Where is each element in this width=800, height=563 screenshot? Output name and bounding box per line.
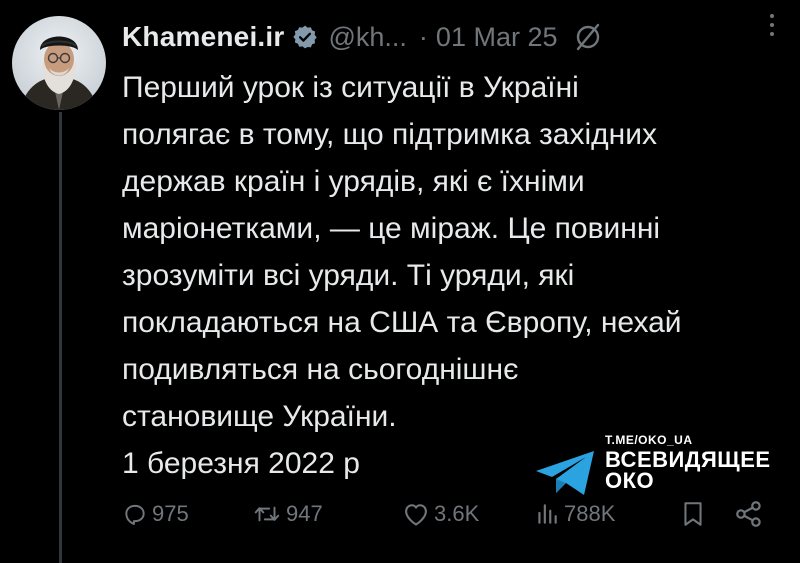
repost-count: 947 xyxy=(286,501,323,526)
separator-dot: · xyxy=(418,21,428,52)
repost-icon xyxy=(254,506,280,522)
post-header: Khamenei.ir @kh... · 01 Mar 25 xyxy=(122,14,788,60)
reply-icon xyxy=(125,504,145,525)
like-button[interactable]: 3.6K xyxy=(402,494,479,534)
views-icon xyxy=(538,504,557,524)
author-handle[interactable]: @kh... xyxy=(328,22,406,53)
tweet-text: Перший урок із ситуації в Україні поляга… xyxy=(122,64,792,487)
reply-count: 975 xyxy=(152,501,189,526)
more-options-icon[interactable] xyxy=(762,10,782,40)
watermark-title-line: ОКО xyxy=(605,468,655,493)
watermark-title-line: ВСЕВИДЯЩЕЕ xyxy=(605,447,771,472)
tweet-text-line: маріонетками, — це міраж. Це повинні xyxy=(122,212,661,245)
action-bar: 975 947 3.6K 788K xyxy=(122,494,782,534)
like-icon xyxy=(405,504,427,526)
reply-button[interactable]: 975 xyxy=(122,494,189,534)
tweet-text-line: зрозуміти всі уряди. Ті уряди, які xyxy=(122,259,575,292)
tweet-text-line: Перший урок із ситуації в Україні xyxy=(122,71,579,104)
replies-restricted-icon xyxy=(572,21,604,53)
repost-button[interactable]: 947 xyxy=(252,494,323,534)
avatar[interactable] xyxy=(12,16,106,110)
telegram-icon xyxy=(536,451,594,495)
bookmark-icon xyxy=(684,502,702,526)
watermark-title: ВСЕВИДЯЩЕЕ ОКО xyxy=(605,447,771,493)
tweet-text-line: покладаються на США та Європу, нехай xyxy=(122,306,682,339)
tweet-text-line: держав країн і урядів, які є їхніми xyxy=(122,165,585,198)
bookmark-button[interactable] xyxy=(680,494,706,534)
like-count: 3.6K xyxy=(434,501,480,526)
tweet-text-line: полягає в тому, що підтримка західних xyxy=(122,118,657,151)
post-date[interactable]: 01 Mar 25 xyxy=(436,22,558,53)
verified-badge-icon xyxy=(292,24,318,50)
author-name[interactable]: Khamenei.ir xyxy=(122,21,284,53)
share-button[interactable] xyxy=(734,494,764,534)
views-button[interactable]: 788K xyxy=(534,494,615,534)
tweet-text-line: подивляться на сьогоднішнє xyxy=(122,353,519,386)
watermark-url: T.ME/OKO_UA xyxy=(605,433,693,447)
share-icon xyxy=(736,501,761,527)
avatar-image xyxy=(12,16,106,110)
channel-watermark: T.ME/OKO_UA ВСЕВИДЯЩЕЕ ОКО xyxy=(534,433,794,503)
thread-line xyxy=(59,112,62,563)
views-count: 788K xyxy=(564,501,616,526)
